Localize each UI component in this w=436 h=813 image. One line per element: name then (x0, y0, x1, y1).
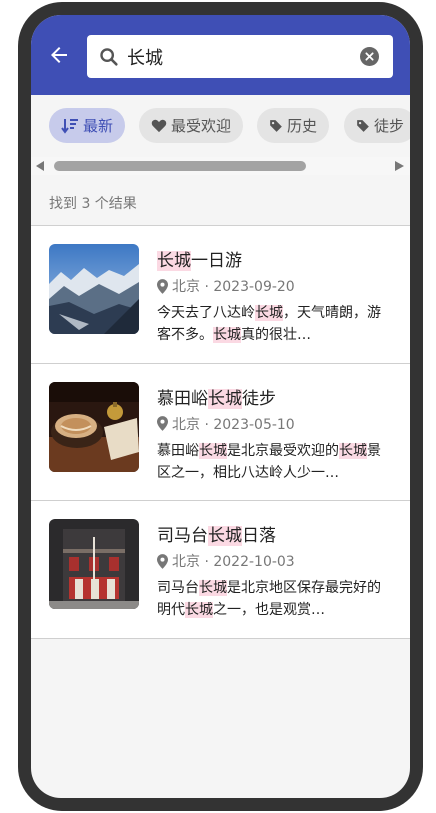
horizontal-scrollbar[interactable] (31, 157, 410, 175)
building-facade-photo (49, 519, 139, 609)
results-list: 长城一日游 北京 · 2023-09-20 今天去了八达岭长城，天气晴朗，游客不… (31, 225, 410, 639)
location-pin-icon (157, 553, 168, 569)
tag-icon (357, 119, 369, 132)
app-header (31, 15, 410, 95)
keyword-highlight: 长城 (185, 602, 213, 618)
filter-chip-label: 最新 (83, 117, 114, 135)
back-button[interactable] (45, 41, 73, 69)
keyword-highlight: 长城 (213, 327, 241, 343)
keyword-highlight: 长城 (157, 251, 191, 271)
tag-icon (270, 119, 282, 132)
clear-search-button[interactable] (360, 47, 379, 66)
scrollbar-thumb[interactable] (54, 161, 306, 171)
phone-frame: 最新 最受欢迎 历史 徒步 (18, 2, 423, 811)
sort-icon (61, 118, 78, 134)
item-description: 慕田峪长城是北京最受欢迎的长城景区之一，相比八达岭人少一… (157, 442, 381, 481)
search-icon (100, 48, 118, 66)
item-description: 今天去了八达岭长城，天气晴朗，游客不多。长城真的很壮… (157, 305, 381, 343)
item-description: 司马台长城是北京地区保存最完好的明代长城之一，也是观赏… (157, 580, 381, 618)
filter-chips: 最新 最受欢迎 历史 徒步 (31, 95, 410, 157)
filter-chip-latest[interactable]: 最新 (49, 108, 126, 143)
back-arrow-icon (51, 47, 67, 63)
close-icon (365, 52, 374, 61)
filter-chip-label: 最受欢迎 (171, 117, 232, 135)
filter-chip-hiking[interactable]: 徒步 (344, 108, 410, 143)
item-title: 长城一日游 (157, 251, 242, 271)
heart-icon (151, 119, 167, 133)
keyword-highlight: 长城 (199, 442, 227, 459)
keyword-highlight: 长城 (208, 388, 242, 409)
item-title: 慕田峪长城徒步 (157, 388, 276, 409)
result-count: 找到 3 个结果 (49, 196, 137, 212)
item-meta: 北京 · 2023-09-20 (157, 276, 295, 296)
item-meta: 北京 · 2022-10-03 (157, 551, 295, 571)
location-pin-icon (157, 416, 168, 431)
search-input[interactable] (127, 43, 347, 70)
keyword-highlight: 长城 (199, 580, 227, 596)
filter-chip-label: 历史 (287, 117, 318, 135)
filter-chip-history[interactable]: 历史 (257, 108, 330, 143)
keyword-highlight: 长城 (255, 305, 283, 321)
list-item[interactable]: 长城一日游 北京 · 2023-09-20 今天去了八达岭长城，天气晴朗，游客不… (31, 226, 410, 364)
keyword-highlight: 长城 (339, 442, 367, 459)
search-box (87, 35, 393, 78)
scroll-right-icon[interactable] (395, 161, 404, 171)
filter-chip-label: 徒步 (374, 117, 405, 135)
filter-chip-popular[interactable]: 最受欢迎 (139, 108, 244, 143)
location-pin-icon (157, 278, 168, 294)
list-item[interactable]: 司马台长城日落 北京 · 2022-10-03 司马台长城是北京地区保存最完好的… (31, 501, 410, 639)
item-meta: 北京 · 2023-05-10 (157, 414, 295, 434)
coffee-cup-photo (49, 381, 139, 472)
list-item[interactable]: 慕田峪长城徒步 北京 · 2023-05-10 慕田峪长城是北京最受欢迎的长城景… (31, 364, 410, 501)
mountain-snow-photo (49, 244, 139, 334)
item-title: 司马台长城日落 (157, 526, 276, 546)
app-screen: 最新 最受欢迎 历史 徒步 (31, 15, 410, 798)
scroll-left-icon[interactable] (36, 161, 45, 171)
keyword-highlight: 长城 (208, 526, 242, 546)
